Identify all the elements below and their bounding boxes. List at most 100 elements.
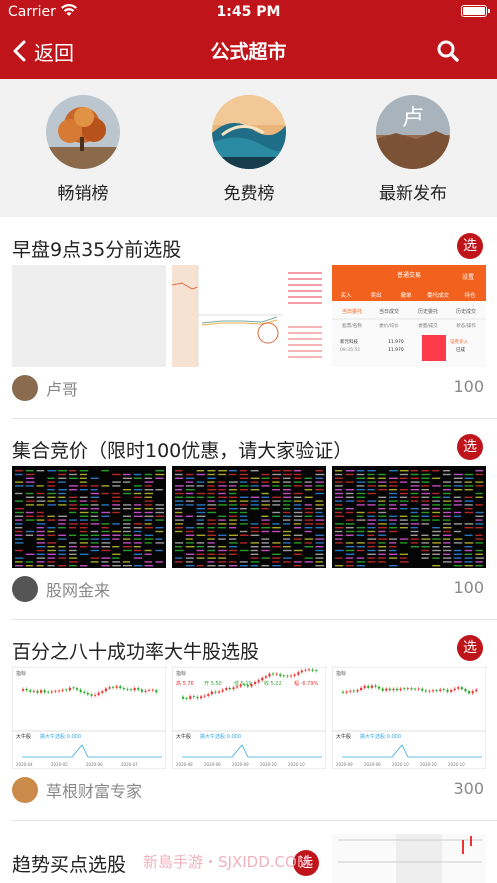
thumbnail-kline: 指标高 5.76 开 5.50 低 5.19 收 5.22 幅 -6.79% 大牛股 擒大牛… (172, 667, 326, 769)
date-tick: 2020-06 (86, 762, 103, 767)
date-tick: 2020-04 (16, 762, 33, 767)
list-item[interactable]: 集合竞价（限时100优惠，请大家验证） 选 股网金来 100 (0, 434, 497, 616)
chart-head: 指标 (16, 670, 26, 677)
author-name: 股网金来 (46, 581, 111, 600)
date-tick: 2020-05 (51, 762, 68, 767)
thumbnail-kline: 指标大牛股 擒大牛选股:0.000 2020-09 2020-09 2020-10 202… (332, 667, 486, 769)
item-title: 百分之八十成功率大牛股选股 (12, 641, 260, 663)
thumbnail-trade-app: 普通交易 设置 买入 卖出 撤单 委托成交 持仓 当日委托 当日成交 历史委托 … (332, 265, 486, 367)
app-col: 股票/名称 (342, 322, 362, 329)
date-tick: 2020-09 (232, 762, 249, 767)
kline-stat: 收 5.22 (264, 680, 282, 687)
clock: 1:45 PM (216, 4, 281, 20)
date-tick: 2020-09 (364, 762, 381, 767)
category-free[interactable]: 免费榜 (199, 95, 299, 204)
date-tick: 2020-10 (448, 762, 465, 767)
date-tick: 2020-10 (288, 762, 305, 767)
select-badge[interactable]: 选 (457, 635, 483, 661)
item-title: 早盘9点35分前选股 (12, 239, 182, 261)
thumbnail-terminal (12, 466, 166, 568)
price: 300 (453, 779, 484, 798)
category-bestseller[interactable]: 畅销榜 (33, 95, 133, 204)
nav-bar: 返回 公式超市 (0, 26, 497, 79)
app-header: 普通交易 (397, 271, 421, 279)
app-subtab: 历史成交 (456, 308, 476, 315)
price: 100 (453, 578, 484, 597)
status-bar: Carrier 1:45 PM (0, 0, 497, 26)
date-tick: 2020-09 (336, 762, 353, 767)
author: 股网金来 (12, 576, 110, 602)
avatar (12, 375, 38, 401)
list-item[interactable]: 早盘9点35分前选股 选 普通交易 设置 买入 卖出 撤单 委托成交 持仓 当日… (0, 233, 497, 415)
item-title: 趋势买点选股 (12, 854, 127, 876)
indicator-text: 擒大牛选股:0.000 (360, 733, 401, 740)
app-row-name: 新元科技 (340, 338, 358, 345)
select-badge[interactable]: 选 (457, 434, 483, 460)
app-row-status: 已成 (456, 346, 465, 353)
search-icon[interactable] (435, 38, 461, 64)
indicator-text: 擒大牛选股:0.000 (200, 733, 241, 740)
wave-image (212, 95, 286, 169)
thumbnail-terminal (332, 466, 486, 568)
thumbnail-row (12, 466, 486, 568)
category-bar: 畅销榜 免费榜 卢 最新发布 (0, 79, 497, 217)
price: 100 (453, 377, 484, 396)
watermark: 新島手游・SJXIDD.COM (143, 853, 310, 871)
category-label: 最新发布 (379, 184, 447, 204)
chart-head: 指标 (336, 670, 346, 677)
app-tab: 买入 (340, 291, 352, 299)
category-newest[interactable]: 卢 最新发布 (363, 95, 463, 204)
avatar-char: 卢 (402, 106, 424, 131)
kline-stat: 开 5.50 (204, 681, 222, 687)
kline-stat: 幅 -6.79% (294, 680, 319, 687)
indicator-label: 大牛股 (336, 733, 351, 740)
app-subtab: 当日委托 (342, 308, 362, 315)
avatar (12, 576, 38, 602)
indicator-label: 大牛股 (176, 733, 191, 740)
divider (12, 418, 497, 419)
app-tab: 撤单 (400, 291, 412, 299)
chart-head: 指标 (176, 670, 186, 677)
app-row-price: 11.970 (388, 339, 404, 345)
app-row-time: 09:35:51 (340, 347, 360, 353)
app-row-price: 11.970 (388, 347, 404, 353)
app-tab: 委托成交 (427, 291, 450, 299)
tree-image (46, 95, 120, 169)
select-badge[interactable]: 选 (457, 233, 483, 259)
category-label: 免费榜 (223, 184, 275, 204)
category-label: 畅销榜 (57, 184, 109, 204)
app-subtab: 历史委托 (418, 308, 438, 315)
thumbnail-blank (12, 265, 166, 367)
author-name: 卢哥 (46, 380, 79, 399)
app-header-right: 设置 (462, 273, 474, 281)
date-tick: 2020-07 (121, 762, 138, 767)
app-tab: 持仓 (464, 291, 476, 299)
kline-stat: 低 5.19 (234, 680, 252, 687)
date-tick: 2020-10 (392, 762, 409, 767)
list-item[interactable]: 百分之八十成功率大牛股选股 选 指标大牛股 擒大牛选股:0.000 2020-04 2… (0, 635, 497, 817)
divider (12, 820, 497, 821)
app-col: 状态/操作 (456, 322, 476, 329)
avatar: 卢 (376, 95, 450, 169)
indicator-text: 擒大牛选股:0.000 (40, 733, 81, 740)
thumbnail-row: 普通交易 设置 买入 卖出 撤单 委托成交 持仓 当日委托 当日成交 历史委托 … (12, 265, 486, 367)
author: 草根财富专家 (12, 777, 142, 803)
indicator-label: 大牛股 (16, 733, 31, 740)
item-title: 集合竞价（限时100优惠，请大家验证） (12, 440, 353, 462)
kline-stat: 高 5.76 (176, 680, 194, 687)
date-tick: 2020-10 (260, 762, 277, 767)
author-name: 草根财富专家 (46, 782, 143, 801)
date-tick: 2020-10 (420, 762, 437, 767)
thumbnail-chart (332, 834, 486, 883)
thumbnail-kline: 指标大牛股 擒大牛选股:0.000 2020-04 2020-05 2020-06 202… (12, 667, 166, 769)
thumbnail-row: 指标大牛股 擒大牛选股:0.000 2020-04 2020-05 2020-06 202… (12, 667, 486, 769)
divider (12, 619, 497, 620)
app-col: 委价/均价 (379, 322, 399, 329)
thumbnail-quote (172, 265, 326, 367)
author: 卢哥 (12, 375, 78, 401)
top-bar: Carrier 1:45 PM 返回 公式超市 (0, 0, 497, 79)
date-tick: 2020-08 (176, 762, 193, 767)
app-col: 委量/成交 (418, 322, 438, 329)
app-tab: 卖出 (370, 291, 381, 299)
page-title: 公式超市 (210, 41, 287, 63)
